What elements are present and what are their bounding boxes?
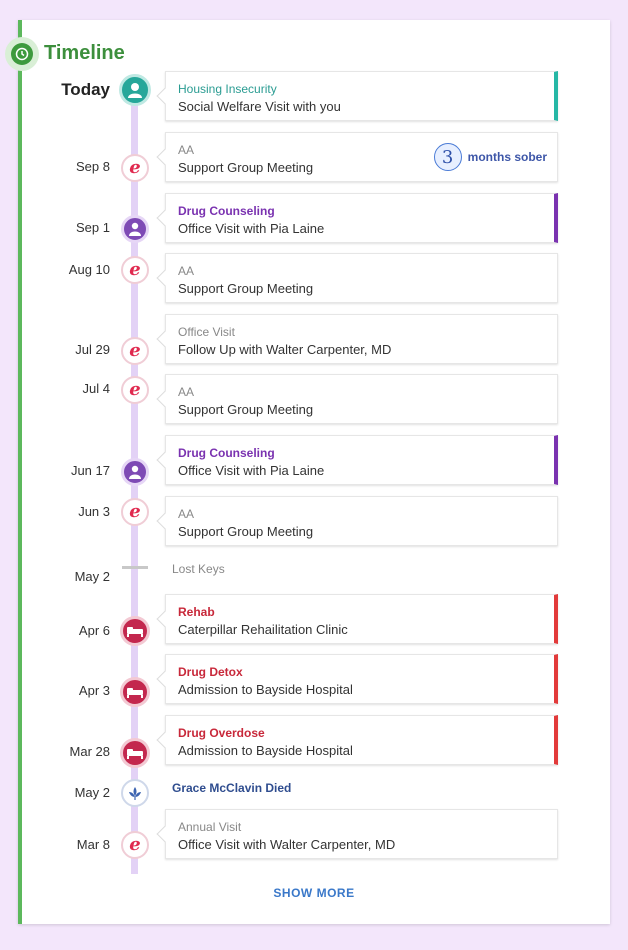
event-card-annual-visit[interactable]: Annual Visit Office Visit with Walter Ca…: [165, 809, 558, 859]
sober-label: months sober: [467, 150, 547, 164]
date-label: Aug 10: [68, 262, 110, 277]
counselor-icon: [121, 458, 149, 486]
sober-count: 3: [433, 143, 462, 171]
event-description: Office Visit with Pia Laine: [178, 221, 325, 236]
date-label: Sep 8: [76, 159, 110, 174]
event-card-aa[interactable]: AA Support Group Meeting: [165, 374, 558, 424]
event-category: AA: [178, 264, 195, 278]
date-label: May 2: [74, 569, 110, 584]
event-description: Follow Up with Walter Carpenter, MD: [178, 342, 392, 357]
event-category: Annual Visit: [178, 820, 242, 834]
date-label: Apr 3: [78, 683, 110, 698]
event-category: AA: [178, 507, 195, 521]
event-card-drug-overdose[interactable]: Drug Overdose Admission to Bayside Hospi…: [165, 715, 558, 765]
event-description: Admission to Bayside Hospital: [178, 682, 353, 697]
event-card-aa[interactable]: AA Support Group Meeting 3 months sober: [165, 132, 558, 182]
date-label: May 2: [74, 785, 110, 800]
event-category: Drug Detox: [178, 665, 243, 679]
e-logo-icon: e: [121, 154, 149, 182]
e-logo-icon: e: [121, 831, 149, 859]
clock-icon: [5, 37, 39, 71]
e-logo-icon: e: [121, 337, 149, 365]
event-category: Office Visit: [178, 325, 235, 339]
event-card-rehab[interactable]: Rehab Caterpillar Rehailitation Clinic: [165, 594, 558, 644]
event-category: Drug Counseling: [178, 204, 275, 218]
event-description: Caterpillar Rehailitation Clinic: [178, 622, 348, 637]
event-category: Housing Insecurity: [178, 82, 277, 96]
event-card-aa[interactable]: AA Support Group Meeting: [165, 496, 558, 546]
event-description: Support Group Meeting: [178, 524, 314, 539]
minor-event-marker: [122, 566, 148, 569]
event-card-drug-counseling[interactable]: Drug Counseling Office Visit with Pia La…: [165, 435, 558, 485]
event-card-office-visit[interactable]: Office Visit Follow Up with Walter Carpe…: [165, 314, 558, 364]
event-card-housing[interactable]: Housing Insecurity Social Welfare Visit …: [165, 71, 558, 121]
social-worker-icon: [119, 74, 151, 106]
event-category: Drug Counseling: [178, 446, 275, 460]
event-category: Rehab: [178, 605, 215, 619]
e-logo-icon: e: [121, 256, 149, 284]
event-description: Office Visit with Walter Carpenter, MD: [178, 837, 396, 852]
show-more-button[interactable]: SHOW MORE: [0, 886, 628, 900]
date-label: Jul 29: [75, 342, 110, 357]
e-logo-icon: e: [121, 498, 149, 526]
event-description: Support Group Meeting: [178, 281, 314, 296]
timeline-title: Timeline: [44, 42, 125, 64]
date-label: Mar 8: [76, 837, 110, 852]
event-description: Office Visit with Pia Laine: [178, 463, 325, 478]
counselor-icon: [121, 215, 149, 243]
event-description: Support Group Meeting: [178, 402, 314, 417]
hospital-bed-icon: [120, 616, 150, 646]
event-description: Social Welfare Visit with you: [178, 99, 341, 114]
event-description: Admission to Bayside Hospital: [178, 743, 353, 758]
event-card-aa[interactable]: AA Support Group Meeting: [165, 253, 558, 303]
date-label: Jun 3: [78, 504, 110, 519]
hospital-bed-icon: [120, 738, 150, 768]
date-label: Jun 17: [70, 463, 110, 478]
event-category: AA: [178, 385, 195, 399]
death-event-label: Grace McClavin Died: [172, 781, 292, 795]
sober-badge: 3 months sober: [433, 143, 547, 171]
date-label: Jul 4: [82, 381, 110, 396]
date-label: Sep 1: [76, 220, 110, 235]
event-card-drug-detox[interactable]: Drug Detox Admission to Bayside Hospital: [165, 654, 558, 704]
date-today: Today: [61, 80, 110, 99]
hospital-bed-icon: [120, 677, 150, 707]
event-card-drug-counseling[interactable]: Drug Counseling Office Visit with Pia La…: [165, 193, 558, 243]
lost-keys-label: Lost Keys: [172, 562, 225, 576]
e-logo-icon: e: [121, 376, 149, 404]
lotus-icon: [121, 779, 149, 807]
date-label: Apr 6: [78, 623, 110, 638]
date-label: Mar 28: [69, 744, 110, 759]
event-category: Drug Overdose: [178, 726, 265, 740]
